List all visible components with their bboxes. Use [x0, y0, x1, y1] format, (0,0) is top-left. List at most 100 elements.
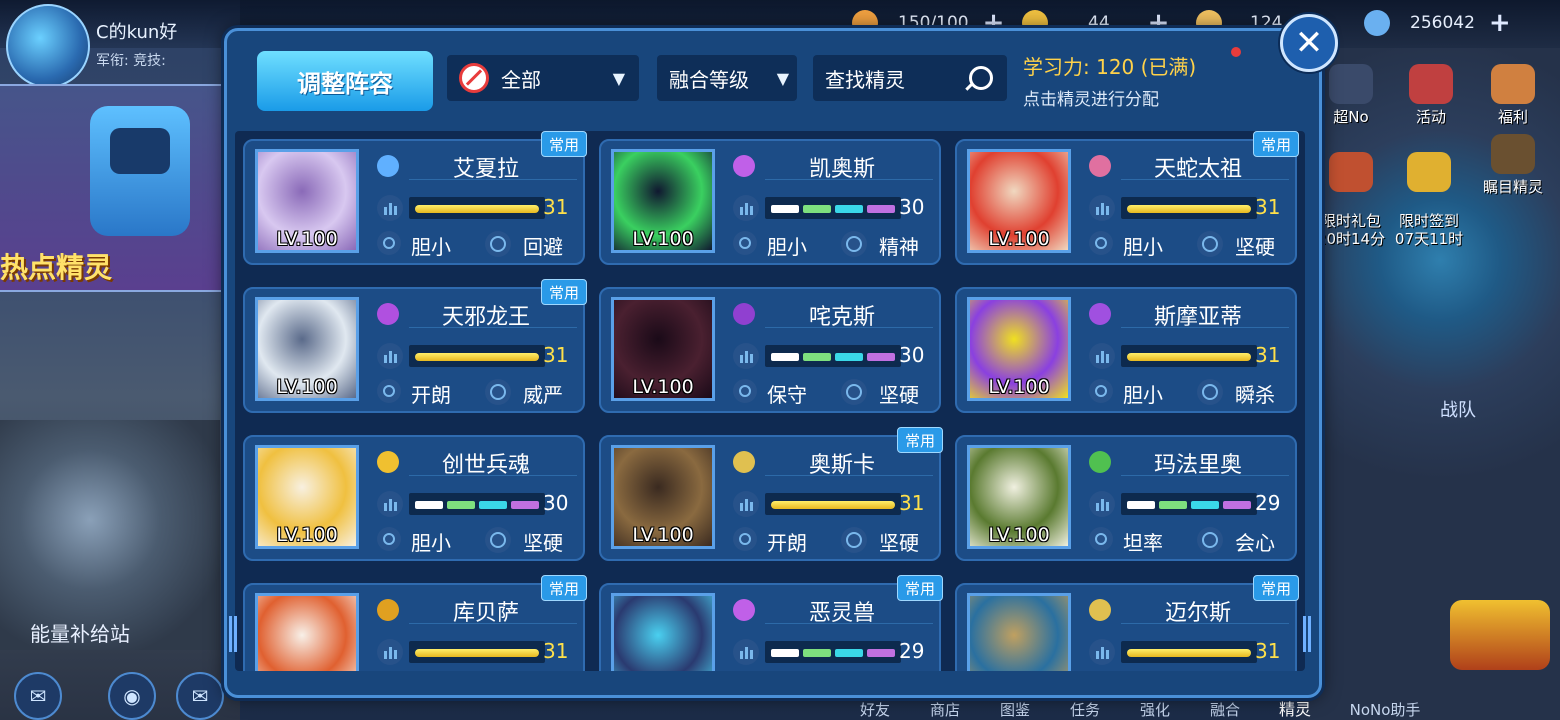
- spirit-portrait[interactable]: LV.100: [611, 593, 715, 671]
- spirit-portrait[interactable]: LV.100: [967, 593, 1071, 671]
- team-label[interactable]: 战队: [1440, 396, 1476, 422]
- search-input[interactable]: 查找精灵: [813, 55, 1007, 101]
- resource-coin: 256042 +: [1364, 8, 1511, 38]
- learn-power-bar: [1121, 493, 1257, 515]
- spirit-portrait[interactable]: LV.100: [255, 445, 359, 549]
- nature-icon: [1089, 231, 1113, 255]
- stats-icon: [733, 491, 759, 517]
- nav-shop[interactable]: 商店: [910, 699, 980, 720]
- learn-power-value: 29: [899, 639, 925, 663]
- element-filter-value: 全部: [501, 67, 541, 92]
- spirit-portrait[interactable]: LV.100: [967, 297, 1071, 401]
- element-filter-dropdown[interactable]: 全部 ▼: [447, 55, 639, 101]
- side-button-chaono[interactable]: 超No: [1316, 64, 1386, 127]
- spirit-card[interactable]: LV.100 咤克斯 30 保守 坚硬: [599, 287, 941, 413]
- learn-power-bar: [765, 197, 901, 219]
- left-scroll-grip[interactable]: [229, 616, 239, 652]
- spirit-portrait[interactable]: LV.100: [255, 297, 359, 401]
- chat-button[interactable]: ✉: [14, 672, 62, 720]
- event-icon: [1409, 64, 1453, 104]
- nav-tasks[interactable]: 任务: [1050, 699, 1120, 720]
- spirit-level: LV.100: [276, 376, 338, 398]
- gift-icon: [1491, 64, 1535, 104]
- spirit-card[interactable]: LV.100 凯奥斯 30 胆小 精神: [599, 139, 941, 265]
- trait-icon: [485, 527, 511, 553]
- learn-power-bar: [1121, 197, 1257, 219]
- spirit-card[interactable]: LV.100 常用 天邪龙王 31 开朗 威严: [243, 279, 587, 413]
- nav-fusion[interactable]: 融合: [1190, 699, 1260, 720]
- spirit-card[interactable]: LV.100 常用 天蛇太祖 31 胆小 坚硬: [955, 131, 1299, 265]
- search-icon[interactable]: [969, 66, 993, 90]
- card-divider: [1121, 623, 1289, 624]
- nav-codex[interactable]: 图鉴: [980, 699, 1050, 720]
- spirit-level: LV.100: [632, 228, 694, 250]
- spirit-portrait[interactable]: LV.100: [967, 445, 1071, 549]
- stats-icon: [377, 639, 403, 665]
- attribute-icon: [377, 451, 399, 473]
- chat-icon: ✉: [29, 684, 47, 708]
- side-button-welfare[interactable]: 福利: [1478, 64, 1548, 127]
- spirit-art: [258, 596, 356, 671]
- side-button-signin[interactable]: 限时签到 07天11时: [1394, 134, 1464, 248]
- spirit-card[interactable]: LV.100 斯摩亚蒂 31 胆小 瞬杀: [955, 287, 1297, 413]
- add-coin-button[interactable]: +: [1489, 8, 1511, 38]
- spirit-card[interactable]: LV.100 创世兵魂 30 胆小 坚硬: [243, 435, 585, 561]
- spirit-portrait[interactable]: LV.100: [611, 149, 715, 253]
- nav-nono-helper[interactable]: NoNo助手: [1330, 699, 1440, 720]
- spirit-portrait[interactable]: LV.100: [255, 593, 359, 671]
- spirit-nature: 开朗: [411, 383, 451, 407]
- close-button[interactable]: ✕: [1280, 14, 1338, 72]
- spirit-card[interactable]: LV.100常用恶灵兽29: [599, 575, 943, 671]
- trait-icon: [1197, 379, 1223, 405]
- bar-segment: [803, 205, 831, 213]
- spirit-card[interactable]: LV.100 玛法里奥 29 坦率 会心: [955, 435, 1297, 561]
- hot-spirit-banner[interactable]: 热点精灵: [0, 84, 224, 292]
- avatar[interactable]: [6, 4, 90, 88]
- attribute-icon: [1089, 155, 1111, 177]
- mail-button[interactable]: ✉: [176, 672, 224, 720]
- spirit-nature: 保守: [767, 383, 807, 407]
- spirit-portrait[interactable]: LV.100: [255, 149, 359, 253]
- learn-power-value: 31: [1255, 639, 1281, 663]
- spirit-trait: 精神: [879, 235, 919, 259]
- spirit-portrait[interactable]: LV.100: [967, 149, 1071, 253]
- nav-enhance[interactable]: 强化: [1120, 699, 1190, 720]
- bar-segment: [867, 649, 895, 657]
- bar-segment: [479, 501, 507, 509]
- learn-power-value: 31: [1255, 195, 1281, 219]
- card-divider: [409, 327, 577, 328]
- spirit-card[interactable]: LV.100常用库贝萨31: [243, 575, 587, 671]
- side-button-limited-pack[interactable]: 限时礼包 20时14分: [1316, 134, 1386, 248]
- player-avatar-area[interactable]: [6, 4, 90, 88]
- spirit-portrait[interactable]: LV.100: [611, 297, 715, 401]
- eye-icon: ◉: [123, 684, 141, 708]
- signin-icon: [1407, 152, 1451, 192]
- chaono-icon: [1329, 64, 1373, 104]
- spirit-card-grid[interactable]: LV.100 常用 艾夏拉 31 胆小 回避 LV.100 凯奥斯 30 胆小 精神 LV.100 常用…: [235, 131, 1305, 671]
- spirit-level: LV.100: [988, 524, 1050, 546]
- side-button-event[interactable]: 活动: [1396, 64, 1466, 127]
- spirit-portrait[interactable]: LV.100: [611, 445, 715, 549]
- fusion-level-dropdown[interactable]: 融合等级 ▼: [657, 55, 797, 101]
- card-divider: [1121, 179, 1289, 180]
- nono-helper-figure[interactable]: [1450, 600, 1550, 670]
- learn-power-bar: [1121, 345, 1257, 367]
- spirit-trait: 威严: [523, 383, 563, 407]
- spirit-card[interactable]: LV.100常用迈尔斯31: [955, 575, 1299, 671]
- side-button-label: 限时签到 07天11时: [1394, 212, 1464, 248]
- energy-station[interactable]: 能量补给站: [0, 420, 220, 650]
- adjust-lineup-tab[interactable]: 调整阵容: [257, 51, 433, 111]
- nav-spirits[interactable]: 精灵: [1260, 696, 1330, 720]
- learn-power-value: 31: [543, 639, 569, 663]
- right-scroll-grip[interactable]: [1303, 616, 1313, 652]
- spirit-nature: 开朗: [767, 531, 807, 555]
- spirit-card[interactable]: LV.100 常用 奥斯卡 31 开朗 坚硬: [599, 427, 943, 561]
- spirit-card[interactable]: LV.100 常用 艾夏拉 31 胆小 回避: [243, 131, 587, 265]
- bar-segment: [1191, 501, 1219, 509]
- bar-segment: [835, 649, 863, 657]
- side-button-label: 福利: [1497, 108, 1528, 126]
- nav-friends[interactable]: 好友: [840, 699, 910, 720]
- side-button-featured[interactable]: 瞩目精灵: [1478, 134, 1548, 197]
- attribute-icon: [377, 155, 399, 177]
- view-button[interactable]: ◉: [108, 672, 156, 720]
